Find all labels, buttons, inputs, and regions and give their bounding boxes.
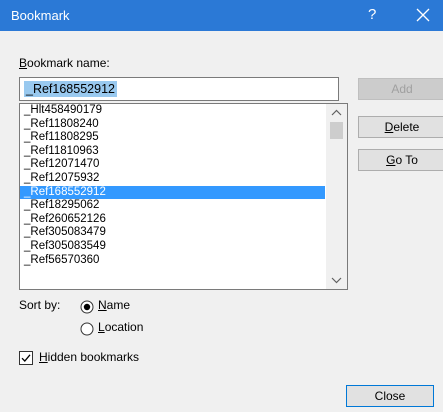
help-button[interactable]: ? [368,6,376,23]
list-item[interactable]: _Ref56570360 [20,254,325,268]
sort-name-accel: N [98,298,107,312]
sort-name-label: Name [98,298,130,312]
add-button[interactable]: Add [358,78,443,100]
scroll-thumb[interactable] [330,122,343,139]
list-item[interactable]: _Ref260652126 [20,213,325,227]
close-icon[interactable] [410,4,436,26]
bookmark-name-label-rest: ookmark name: [27,56,110,70]
sort-by-label: Sort by: [19,298,61,312]
checkmark-icon[interactable] [19,351,33,365]
sort-location-rest: ocation [104,320,144,334]
radio-location-icon[interactable] [80,322,94,336]
delete-accel: D [384,120,394,134]
bookmark-list-items: _Hlt458490179 _Ref11808240 _Ref11808295 _Re… [20,104,325,267]
chevron-down-icon[interactable] [326,272,347,289]
hidden-bookmarks-label: Hidden bookmarks [39,350,139,364]
sort-name-rest: ame [106,298,131,312]
close-button[interactable]: Close [346,385,434,407]
bookmark-name-value: _Ref168552912 [24,81,117,97]
list-item[interactable]: _Ref12075932 [20,172,325,186]
hidden-accel: H [39,350,48,364]
bookmark-name-label: Bookmark name: [19,56,110,70]
hidden-rest: idden bookmarks [47,350,140,364]
list-item[interactable]: _Ref11808295 [20,131,325,145]
list-scrollbar[interactable] [326,104,347,289]
list-item[interactable]: _Ref18295062 [20,199,325,213]
list-item[interactable]: _Hlt458490179 [20,104,325,118]
goto-label-rest: o To [395,153,418,167]
bookmark-name-accel: B [19,56,28,70]
delete-button[interactable]: Delete [358,116,443,138]
list-item[interactable]: _Ref11810963 [20,145,325,159]
sort-location-label: Location [98,320,143,334]
bookmark-name-input[interactable]: _Ref168552912 [19,77,339,101]
list-item[interactable]: _Ref12071470 [20,158,325,172]
chevron-up-icon[interactable] [326,104,347,121]
list-item[interactable]: _Ref168552912 [20,185,325,200]
list-item[interactable]: _Ref305083549 [20,240,325,254]
window-title: Bookmark [11,8,70,23]
delete-label-rest: elete [393,120,420,134]
bookmark-list[interactable]: _Hlt458490179 _Ref11808240 _Ref11808295 _Re… [19,103,348,290]
radio-selected-icon[interactable] [80,300,94,314]
sort-location-accel: L [98,320,105,334]
goto-button[interactable]: Go To [358,149,443,171]
title-bar: Bookmark ? [0,0,443,31]
list-item[interactable]: _Ref11808240 [20,118,325,132]
list-item[interactable]: _Ref305083479 [20,226,325,240]
